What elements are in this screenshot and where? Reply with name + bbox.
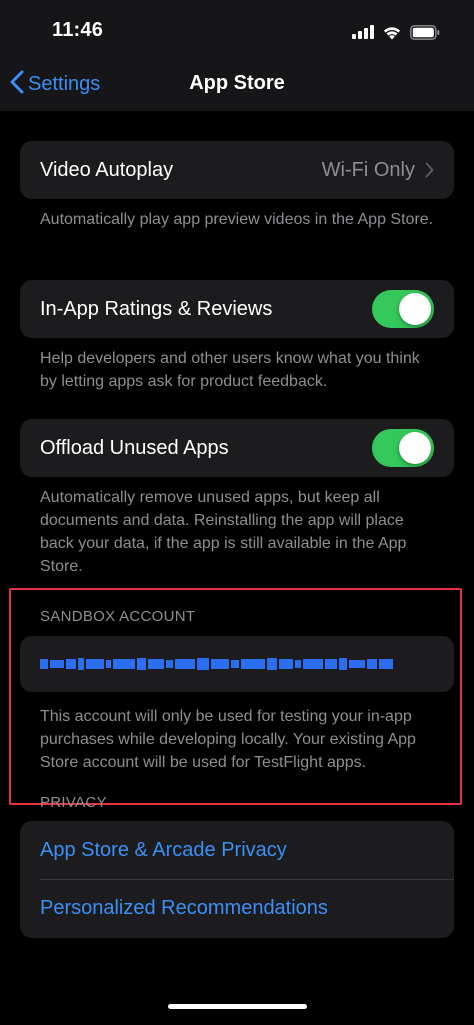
offload-card: Offload Unused Apps <box>20 419 454 477</box>
toggle-knob <box>399 432 431 464</box>
video-autoplay-footnote: Automatically play app preview videos in… <box>40 211 434 228</box>
top-bar: 11:46 Settings App Store <box>0 0 474 111</box>
home-indicator[interactable] <box>168 1004 307 1009</box>
cellular-signal-icon <box>352 25 374 39</box>
sandbox-account-row[interactable] <box>20 636 454 692</box>
ratings-row: In-App Ratings & Reviews <box>20 280 454 338</box>
offload-row: Offload Unused Apps <box>20 419 454 477</box>
ratings-footnote: Help developers and other users know wha… <box>40 350 420 390</box>
privacy-section-header: PRIVACY <box>40 794 107 811</box>
ratings-card: In-App Ratings & Reviews <box>20 280 454 338</box>
offload-footnote: Automatically remove unused apps, but ke… <box>40 489 407 575</box>
page-title: App Store <box>189 72 285 94</box>
wifi-icon <box>382 25 402 40</box>
sandbox-footnote: This account will only be used for testi… <box>40 708 416 771</box>
redacted-account-email <box>40 657 393 671</box>
personalized-recommendations-link[interactable]: Personalized Recommendations <box>20 879 454 937</box>
video-autoplay-label: Video Autoplay <box>40 158 174 181</box>
row-divider <box>40 879 454 880</box>
ratings-toggle[interactable] <box>372 290 434 328</box>
video-autoplay-value: Wi-Fi Only <box>321 158 415 181</box>
status-time: 11:46 <box>52 19 104 41</box>
offload-toggle[interactable] <box>372 429 434 467</box>
offload-label: Offload Unused Apps <box>40 436 229 459</box>
sandbox-section-header: SANDBOX ACCOUNT <box>40 608 196 625</box>
status-icons <box>352 22 440 42</box>
video-autoplay-row[interactable]: Video Autoplay Wi-Fi Only <box>20 141 454 199</box>
video-autoplay-card: Video Autoplay Wi-Fi Only <box>20 141 454 199</box>
battery-icon <box>410 24 440 40</box>
sandbox-account-card <box>20 636 454 692</box>
privacy-card: App Store & Arcade Privacy Personalized … <box>20 821 454 938</box>
ratings-label: In-App Ratings & Reviews <box>40 297 273 320</box>
chevron-right-icon <box>425 162 434 178</box>
app-store-settings-screen: 11:46 Settings App Store Video Autoplay … <box>0 0 474 1025</box>
arcade-privacy-link[interactable]: App Store & Arcade Privacy <box>20 821 454 879</box>
toggle-knob <box>399 293 431 325</box>
